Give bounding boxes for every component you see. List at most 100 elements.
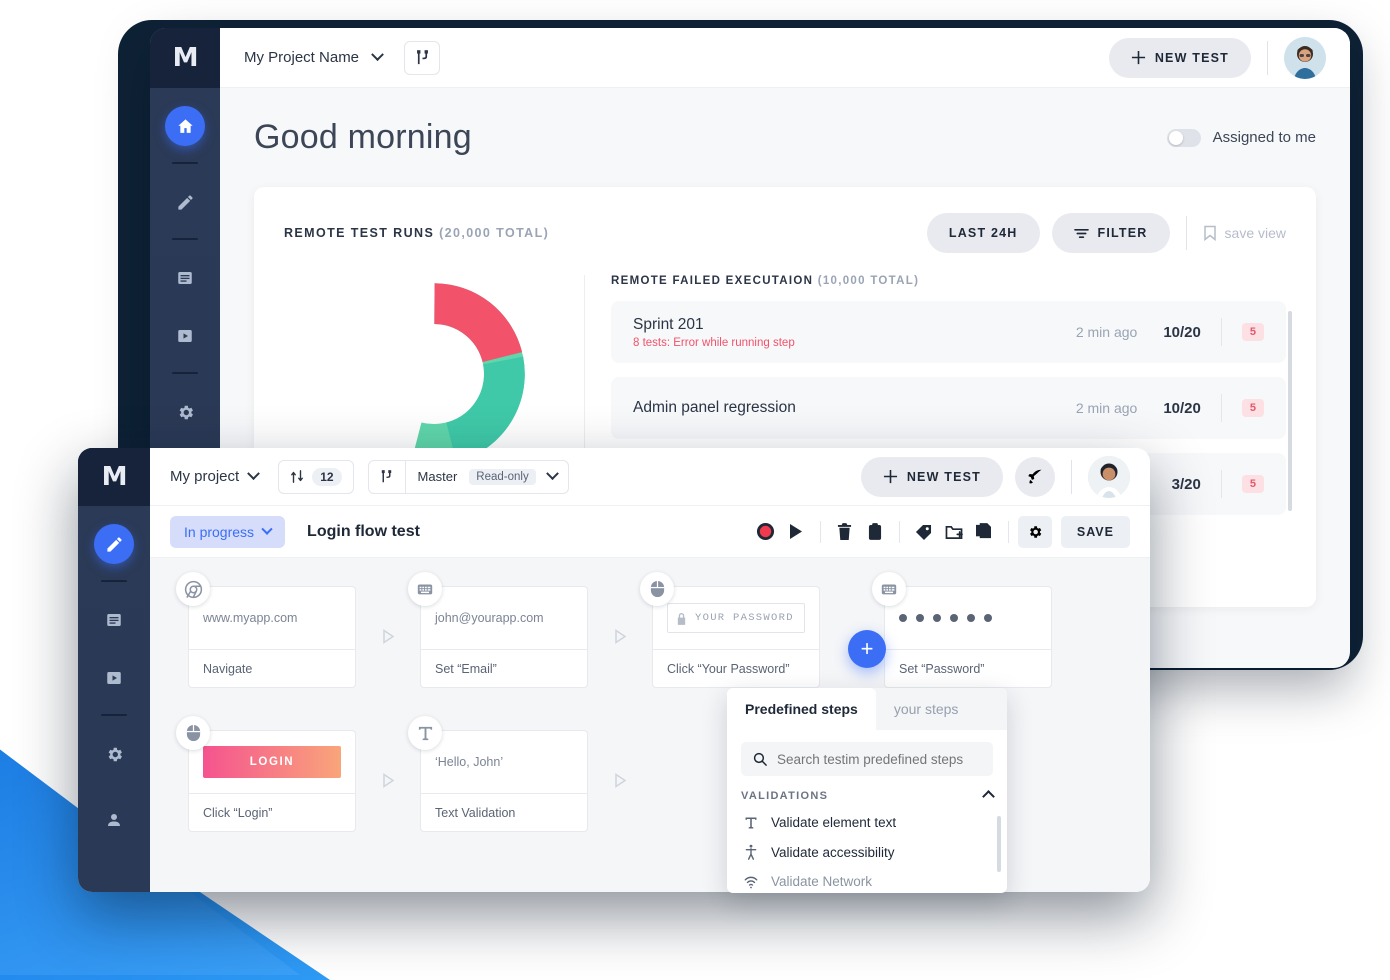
sidebar-item-suites[interactable] [94, 600, 134, 640]
password-placeholder: YOUR PASSWORD [695, 612, 794, 624]
copy-button[interactable] [969, 517, 999, 547]
assigned-to-me-toggle[interactable] [1167, 129, 1201, 147]
tab-predefined-steps[interactable]: Predefined steps [727, 688, 876, 730]
assigned-to-me-control[interactable]: Assigned to me [1167, 129, 1316, 147]
save-button[interactable]: SAVE [1061, 516, 1130, 548]
avatar[interactable] [1088, 456, 1130, 498]
filter-label: FILTER [1098, 226, 1148, 240]
run-count: 10/20 [1163, 324, 1201, 341]
app-logo[interactable]: M [78, 448, 150, 506]
search-box[interactable] [741, 742, 993, 776]
status-selector[interactable]: In progress [170, 516, 285, 548]
sidebar-item-home[interactable] [165, 106, 205, 146]
list-icon [176, 269, 194, 287]
step-card-click-login[interactable]: LOGIN Click “Login” [188, 730, 356, 832]
step-preview: ‘Hello, John’ [421, 731, 587, 793]
step-arrow-icon [588, 586, 652, 686]
tag-button[interactable] [909, 517, 939, 547]
list-scrollbar[interactable] [1288, 311, 1292, 511]
branch-icon [415, 49, 430, 66]
settings-button[interactable] [1018, 516, 1052, 548]
password-field-preview: YOUR PASSWORD [667, 603, 805, 633]
pencil-icon [105, 535, 124, 554]
sidebar-item-runs[interactable] [94, 658, 134, 698]
list-item[interactable]: Validate Network [727, 867, 1007, 893]
list-item[interactable]: Validate element text [727, 808, 1007, 837]
step-preview: LOGIN [189, 731, 355, 793]
step-card: Set “Password” [884, 586, 1052, 688]
card-title-total: (20,000 TOTAL) [439, 226, 549, 240]
add-folder-button[interactable] [939, 517, 969, 547]
filter-button[interactable]: FILTER [1052, 213, 1170, 253]
status-badge: 5 [1242, 475, 1264, 493]
changes-button[interactable]: 12 [278, 460, 353, 494]
avatar[interactable] [1284, 37, 1326, 79]
step-arrow-icon [356, 586, 420, 686]
step-label: Set “Email” [421, 649, 587, 687]
step-card-set-password[interactable]: Set “Password” [884, 586, 1052, 688]
copy-icon [976, 523, 991, 540]
rocket-icon [1027, 468, 1044, 485]
sidebar-divider [172, 162, 198, 164]
step-preview [885, 587, 1051, 649]
list-item[interactable]: Validate accessibility [727, 837, 1007, 867]
save-label: SAVE [1077, 525, 1114, 539]
validations-group-header[interactable]: VALIDATIONS [741, 790, 993, 802]
sidebar-item-editor[interactable] [165, 182, 205, 222]
clipboard-button[interactable] [860, 517, 890, 547]
sidebar-item-account[interactable] [94, 800, 134, 840]
tab-your-steps[interactable]: your steps [876, 688, 977, 730]
step-card-click-password[interactable]: YOUR PASSWORD Click “Your Password” [652, 586, 820, 688]
time-range-label: LAST 24H [949, 226, 1018, 240]
changes-count: 12 [312, 468, 341, 486]
popup-scrollbar[interactable] [997, 816, 1001, 872]
toolbar-divider [1008, 521, 1009, 543]
accessibility-icon [743, 844, 759, 860]
sidebar-item-editor[interactable] [94, 524, 134, 564]
project-selector[interactable]: My project [170, 468, 258, 485]
play-button[interactable] [781, 517, 811, 547]
branch-selector[interactable]: Master Read-only [368, 460, 569, 494]
step-card-text-validation[interactable]: ‘Hello, John’ Text Validation [420, 730, 588, 832]
failed-executions-title: REMOTE FAILED EXECUTAION (10,000 TOTAL) [611, 275, 1286, 287]
sidebar-item-settings[interactable] [165, 392, 205, 432]
time-range-button[interactable]: LAST 24H [927, 213, 1040, 253]
dashboard-topbar: My Project Name NEW TEST [220, 28, 1350, 88]
play-icon [788, 523, 804, 540]
add-step-button[interactable]: + [848, 630, 886, 668]
new-test-button[interactable]: NEW TEST [1109, 38, 1251, 78]
toolbar-divider [899, 521, 900, 543]
predefined-steps-popup: Predefined steps your steps VALIDATIONS … [727, 688, 1007, 893]
bookmark-icon [1203, 225, 1217, 241]
list-icon [105, 611, 123, 629]
project-selector[interactable]: My Project Name [244, 49, 382, 66]
save-view-button[interactable]: save view [1203, 225, 1286, 241]
record-button[interactable] [751, 517, 781, 547]
step-card-navigate[interactable]: www.myapp.com Navigate [188, 586, 356, 688]
step-card-set-email[interactable]: john@yourapp.com Set “Email” [420, 586, 588, 688]
status-badge: 5 [1242, 323, 1264, 341]
play-box-icon [176, 327, 194, 345]
app-logo[interactable]: M [150, 28, 220, 88]
step-label: Text Validation [421, 793, 587, 831]
chevron-down-icon [261, 523, 272, 534]
sidebar-item-runs[interactable] [165, 316, 205, 356]
sidebar-item-settings[interactable] [94, 734, 134, 774]
card-title: REMOTE TEST RUNS (20,000 TOTAL) [284, 226, 549, 240]
rocket-button[interactable] [1015, 457, 1055, 497]
search-input[interactable] [777, 752, 981, 767]
gear-icon [176, 403, 195, 422]
table-row[interactable]: Sprint 201 8 tests: Error while running … [611, 301, 1286, 363]
table-row[interactable]: Admin panel regression 2 min ago 10/20 5 [611, 377, 1286, 439]
login-button-preview: LOGIN [203, 746, 341, 778]
step-preview: YOUR PASSWORD [653, 587, 819, 649]
row-divider [1221, 470, 1222, 498]
run-name: Admin panel regression [633, 399, 796, 417]
branch-name: Master [418, 469, 458, 484]
branch-button[interactable] [404, 41, 440, 75]
step-preview: www.myapp.com [189, 587, 355, 649]
sidebar-item-suites[interactable] [165, 258, 205, 298]
search-icon [753, 752, 767, 766]
delete-button[interactable] [830, 517, 860, 547]
new-test-button[interactable]: NEW TEST [861, 457, 1003, 497]
